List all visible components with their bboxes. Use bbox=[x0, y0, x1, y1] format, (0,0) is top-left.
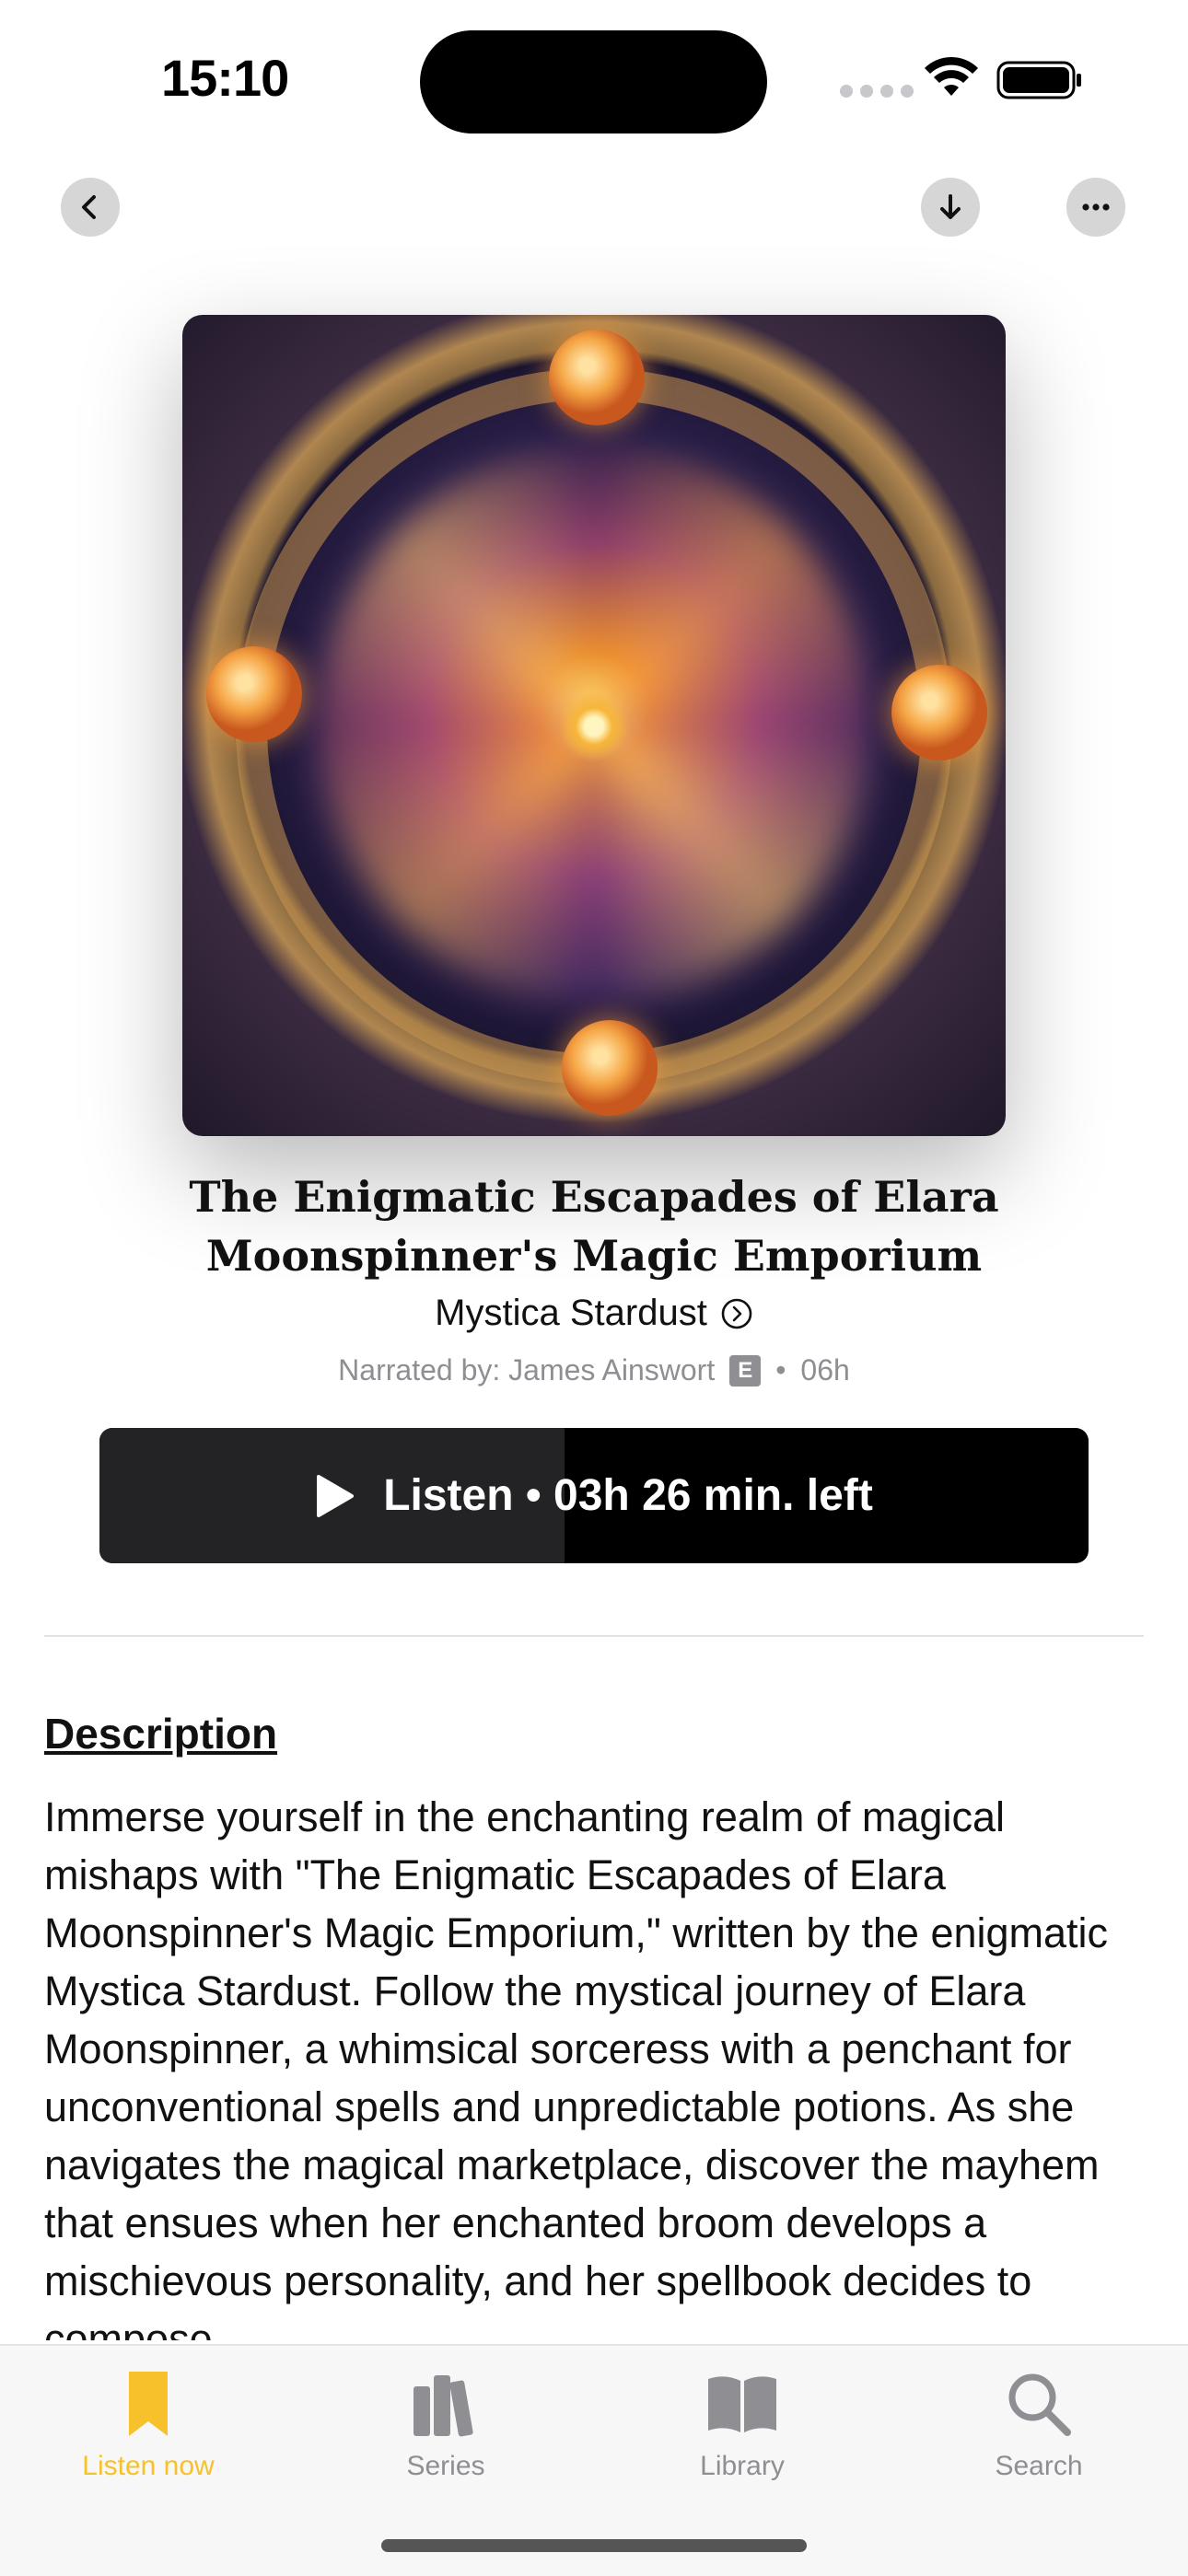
bookmark-icon bbox=[129, 2372, 168, 2436]
play-icon bbox=[317, 1474, 355, 1517]
listen-label: Listen • 03h 26 min. left bbox=[383, 1471, 873, 1520]
books-icon bbox=[413, 2375, 473, 2437]
back-button[interactable] bbox=[61, 178, 120, 237]
arrow-down-icon bbox=[940, 194, 961, 219]
magnifier-icon bbox=[1008, 2373, 1071, 2436]
book-title: The Enigmatic Escapades of Elara Moonspi… bbox=[189, 1172, 999, 1281]
chevron-left-icon bbox=[82, 195, 96, 219]
chevron-circle-right-icon bbox=[721, 1298, 752, 1329]
battery-icon bbox=[996, 61, 1081, 99]
tab-label: Listen now bbox=[82, 2451, 215, 2481]
status-time: 15:10 bbox=[161, 49, 289, 107]
book-meta: Narrated by: James Ainswort E • 06h bbox=[0, 1353, 1188, 1387]
more-button[interactable] bbox=[1066, 178, 1125, 237]
tab-label: Search bbox=[995, 2451, 1083, 2481]
author-link[interactable]: Mystica Stardust bbox=[0, 1293, 1188, 1334]
explicit-badge: E bbox=[729, 1354, 762, 1387]
wifi-icon bbox=[925, 56, 978, 96]
download-button[interactable] bbox=[921, 178, 980, 237]
duration: 06h bbox=[800, 1353, 850, 1387]
dynamic-island bbox=[420, 30, 767, 133]
narrator: Narrated by: James Ainswort bbox=[338, 1353, 716, 1387]
tab-library[interactable]: Library bbox=[632, 2366, 853, 2482]
meta-separator: • bbox=[775, 1353, 786, 1387]
description-heading: Description bbox=[44, 1710, 278, 1758]
listen-button[interactable]: Listen • 03h 26 min. left bbox=[99, 1428, 1089, 1563]
home-indicator bbox=[381, 2539, 807, 2552]
ellipsis-icon bbox=[1082, 203, 1110, 211]
open-book-icon bbox=[708, 2376, 776, 2432]
description-text: Immerse yourself in the enchanting realm… bbox=[44, 1793, 1109, 2340]
divider bbox=[44, 1635, 1144, 1637]
tab-label: Series bbox=[406, 2451, 485, 2481]
tab-listen-now[interactable]: Listen now bbox=[38, 2366, 259, 2482]
tab-search[interactable]: Search bbox=[928, 2366, 1149, 2482]
cover-art bbox=[182, 315, 1006, 1136]
tab-series[interactable]: Series bbox=[335, 2366, 556, 2482]
author-name: Mystica Stardust bbox=[435, 1293, 707, 1333]
cellular-signal-icon bbox=[840, 85, 914, 98]
tab-label: Library bbox=[700, 2451, 785, 2481]
